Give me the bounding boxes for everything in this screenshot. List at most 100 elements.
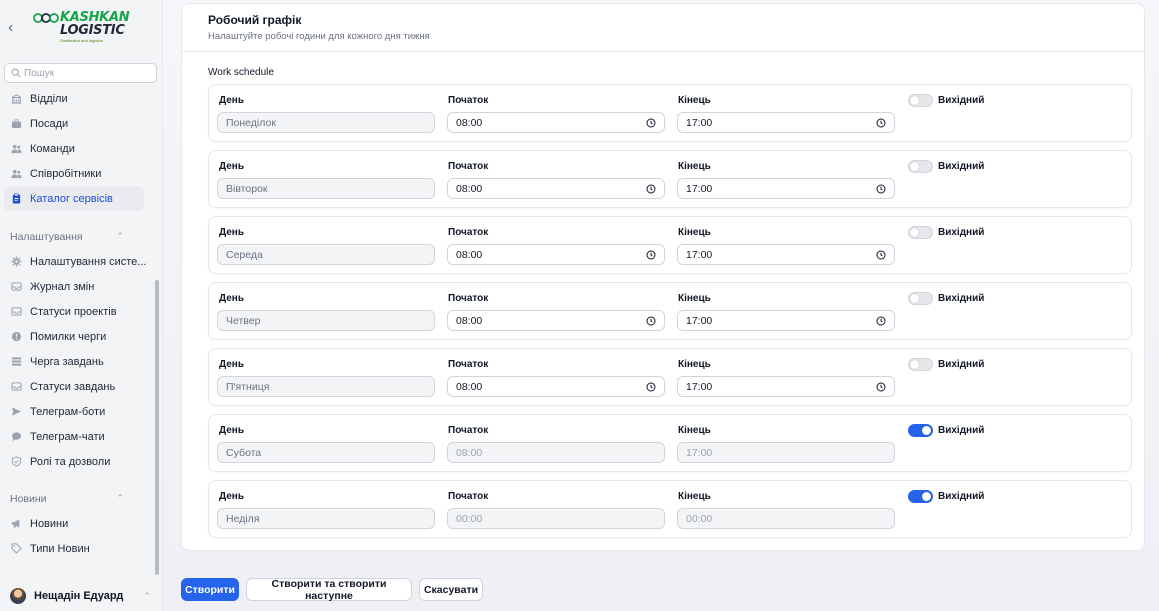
sidebar-item-departments[interactable]: Відділи: [0, 86, 150, 111]
day-off-toggle[interactable]: [908, 226, 933, 239]
brand-logo[interactable]: KASHKAN LOGISTIC Distribution and logist…: [32, 8, 132, 44]
sidebar-item-positions[interactable]: Посади: [0, 111, 150, 136]
sidebar-item-service-catalog[interactable]: Каталог сервісів: [4, 186, 144, 211]
list-icon: [10, 356, 22, 368]
schedule-row: День Початок Кінець П'ятниця 08:00 17:00…: [208, 348, 1132, 406]
alert-icon: [10, 331, 22, 343]
sidebar-item-label: Налаштування систе...: [30, 255, 147, 268]
chevron-up-icon: ⌃: [143, 590, 151, 601]
avatar: [10, 588, 26, 604]
back-chevron-icon[interactable]: ‹: [8, 18, 22, 38]
sidebar-item-telegram-bots[interactable]: Телеграм-боти: [0, 399, 150, 424]
end-time-value: 17:00: [686, 116, 713, 129]
sidebar-scrollbar[interactable]: [155, 280, 159, 575]
end-label: Кінець: [678, 161, 711, 172]
sidebar-item-changelog[interactable]: Журнал змін: [0, 274, 150, 299]
day-off-toggle[interactable]: [908, 160, 933, 173]
schedule-row: День Початок Кінець Середа 08:00 17:00 В…: [208, 216, 1132, 274]
card-header: Робочий графік Налаштуйте робочі години …: [182, 4, 1144, 52]
day-value: Субота: [226, 446, 262, 459]
end-time-input[interactable]: 17:00: [677, 112, 895, 133]
sidebar-item-news-types[interactable]: Типи Новин: [0, 536, 150, 561]
start-label: Початок: [448, 227, 489, 238]
day-off-toggle[interactable]: [908, 490, 933, 503]
day-off-toggle[interactable]: [908, 94, 933, 107]
send-icon: [10, 406, 22, 418]
sidebar-item-label: Черга завдань: [30, 355, 104, 368]
sidebar-item-label: Телеграм-чати: [30, 430, 105, 443]
sidebar-item-label: Типи Новин: [30, 542, 90, 555]
start-time-value: 08:00: [456, 182, 483, 195]
user-menu[interactable]: Нещадін Едуард ⌃: [10, 588, 151, 604]
day-off-label: Вихідний: [938, 95, 985, 106]
end-time-value: 17:00: [686, 182, 713, 195]
sidebar-item-project-statuses[interactable]: Статуси проектів: [0, 299, 150, 324]
day-value: Четвер: [226, 314, 261, 327]
end-time-input[interactable]: 17:00: [677, 178, 895, 199]
end-time-input[interactable]: 17:00: [677, 376, 895, 397]
end-time-input[interactable]: 17:00: [677, 442, 895, 463]
toggle-knob: [910, 162, 919, 171]
nav-main: Відділи Посади Команди Співробітники Кат…: [0, 86, 150, 211]
search-input[interactable]: Пошук: [4, 63, 157, 83]
day-off-label: Вихідний: [938, 293, 985, 304]
start-time-input[interactable]: 08:00: [447, 442, 665, 463]
start-label: Початок: [448, 161, 489, 172]
start-time-input[interactable]: 08:00: [447, 178, 665, 199]
day-off-label: Вихідний: [938, 359, 985, 370]
sidebar: ‹ KASHKAN LOGISTIC Distribution and logi…: [0, 0, 163, 611]
create-and-next-button[interactable]: Створити та створити наступне: [246, 578, 412, 602]
start-label: Початок: [448, 95, 489, 106]
clock-icon: [876, 250, 886, 260]
end-label: Кінець: [678, 425, 711, 436]
brand-tagline: Distribution and logistics: [60, 38, 104, 43]
end-label: Кінець: [678, 359, 711, 370]
sidebar-item-queue-errors[interactable]: Помилки черги: [0, 324, 150, 349]
sidebar-item-label: Журнал змін: [30, 280, 95, 293]
day-field: Вівторок: [217, 178, 435, 199]
clock-icon: [646, 316, 656, 326]
start-time-input[interactable]: 00:00: [447, 508, 665, 529]
day-off-toggle[interactable]: [908, 292, 933, 305]
sidebar-item-employees[interactable]: Співробітники: [0, 161, 150, 186]
day-off-label: Вихідний: [938, 491, 985, 502]
nav-group-settings[interactable]: Налаштування ⌃: [0, 224, 150, 249]
end-label: Кінець: [678, 293, 711, 304]
logo-mark-icon: [33, 13, 59, 23]
nav-group-news[interactable]: Новини ⌃: [0, 486, 150, 511]
start-time-value: 08:00: [456, 116, 483, 129]
day-field: Четвер: [217, 310, 435, 331]
end-time-input[interactable]: 17:00: [677, 244, 895, 265]
create-button[interactable]: Створити: [181, 578, 239, 601]
day-label: День: [219, 293, 244, 304]
sidebar-item-task-statuses[interactable]: Статуси завдань: [0, 374, 150, 399]
start-time-input[interactable]: 08:00: [447, 244, 665, 265]
start-time-input[interactable]: 08:00: [447, 310, 665, 331]
end-time-input[interactable]: 17:00: [677, 310, 895, 331]
sidebar-item-task-queue[interactable]: Черга завдань: [0, 349, 150, 374]
sidebar-item-roles-permissions[interactable]: Ролі та дозволи: [0, 449, 150, 474]
clock-icon: [876, 184, 886, 194]
day-value: Вівторок: [226, 182, 268, 195]
day-field: Субота: [217, 442, 435, 463]
start-time-input[interactable]: 08:00: [447, 376, 665, 397]
sidebar-item-teams[interactable]: Команди: [0, 136, 150, 161]
day-off-toggle[interactable]: [908, 424, 933, 437]
sidebar-item-telegram-chats[interactable]: Телеграм-чати: [0, 424, 150, 449]
briefcase-icon: [10, 118, 22, 130]
day-label: День: [219, 95, 244, 106]
end-label: Кінець: [678, 491, 711, 502]
sidebar-item-label: Посади: [30, 117, 69, 130]
day-label: День: [219, 359, 244, 370]
start-time-value: 08:00: [456, 248, 483, 261]
start-time-input[interactable]: 08:00: [447, 112, 665, 133]
cancel-button[interactable]: Скасувати: [419, 578, 483, 601]
sidebar-item-news[interactable]: Новини: [0, 511, 150, 536]
end-time-input[interactable]: 00:00: [677, 508, 895, 529]
sidebar-item-system-settings[interactable]: Налаштування систе...: [0, 249, 150, 274]
day-label: День: [219, 491, 244, 502]
start-time-value: 08:00: [456, 314, 483, 327]
main-content: Робочий графік Налаштуйте робочі години …: [163, 0, 1159, 611]
day-off-toggle[interactable]: [908, 358, 933, 371]
day-label: День: [219, 227, 244, 238]
